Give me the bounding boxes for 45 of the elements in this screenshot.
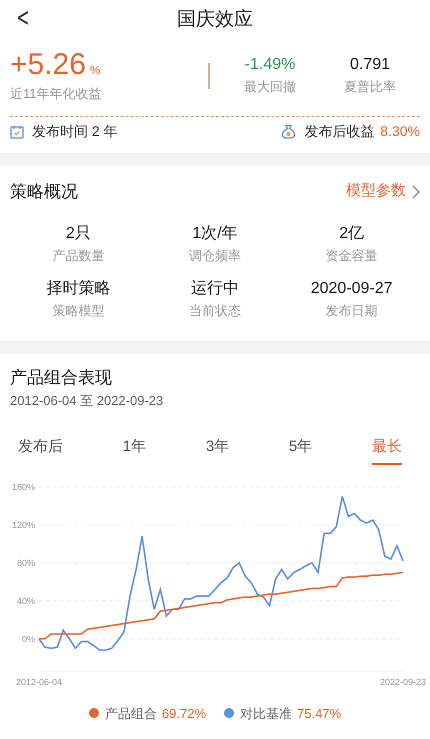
percent-unit: % — [90, 62, 101, 79]
date-range: 2012-06-04 至 2022-09-23 — [10, 392, 164, 410]
legend-name: 对比基准 — [240, 704, 292, 722]
since-return-value: 8.30% — [380, 122, 420, 141]
y-axis-label: 160% — [12, 482, 35, 492]
calendar-icon — [10, 124, 24, 138]
y-axis-label: 120% — [12, 519, 35, 530]
stat-value: 运行中 — [190, 279, 239, 299]
stat-value: 2只 — [66, 224, 91, 244]
chevron-right-icon — [412, 184, 420, 198]
legend-name: 产品组合 — [104, 704, 157, 722]
x-axis-label: 2012-06-04 — [16, 676, 62, 686]
stat-label: 策略模型 — [52, 302, 104, 320]
metric-value: 0.791 — [350, 55, 390, 75]
metric-label: 最大回撤 — [244, 78, 296, 96]
metric-label: 夏普比率 — [344, 78, 396, 96]
stat-label: 资金容量 — [326, 246, 378, 264]
y-axis-label: 0% — [22, 633, 35, 644]
money-bag-icon — [281, 124, 296, 139]
section-title: 产品组合表现 — [10, 366, 113, 388]
legend-value: 69.72% — [162, 704, 206, 722]
annual-return-label: 近11年年化收益 — [10, 85, 102, 103]
publish-time: 发布时间 2 年 — [32, 122, 118, 141]
stat-label: 产品数量 — [52, 246, 104, 264]
legend-value: 75.47% — [297, 704, 342, 722]
stat-value: 2020-09-27 — [310, 279, 393, 299]
since-return-label: 发布后收益 — [304, 122, 374, 141]
x-axis-label: 2022-09-23 — [380, 676, 426, 686]
period-tab[interactable]: 发布后 — [18, 436, 63, 464]
stat-label: 调仓频率 — [188, 246, 241, 264]
y-axis-label: 40% — [16, 595, 35, 606]
stat-value: 择时策略 — [46, 279, 110, 299]
annual-return-value: +5.26 — [10, 48, 86, 82]
period-tab[interactable]: 1年 — [122, 436, 146, 464]
back-button[interactable]: < — [16, 3, 30, 33]
stat-value: 1次/年 — [192, 224, 238, 244]
section-title: 策略概况 — [10, 180, 78, 203]
period-tab[interactable]: 3年 — [206, 436, 230, 464]
period-tab[interactable]: 5年 — [288, 436, 312, 464]
stat-label: 当前状态 — [188, 302, 241, 320]
stat-value: 2亿 — [339, 224, 364, 244]
metric-value: -1.49% — [244, 55, 296, 75]
stat-label: 发布日期 — [326, 302, 378, 320]
page-title: 国庆效应 — [177, 8, 253, 32]
y-axis-label: 80% — [16, 557, 35, 568]
